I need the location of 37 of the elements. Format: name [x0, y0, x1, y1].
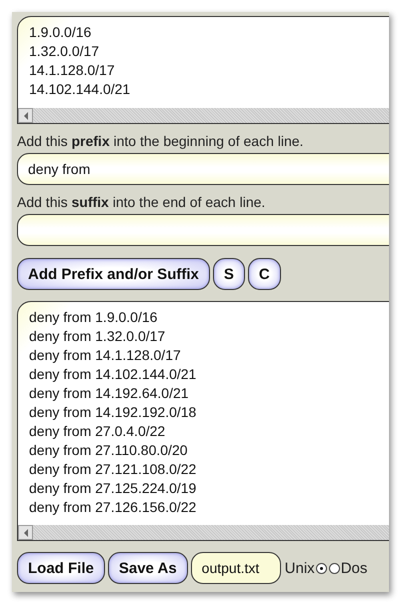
- save-as-button[interactable]: Save As: [108, 552, 188, 584]
- text-field[interactable]: [17, 214, 389, 246]
- radio-button[interactable]: [328, 562, 340, 574]
- text-line: deny from 27.110.80.0/20: [29, 441, 189, 460]
- small-button[interactable]: C: [248, 258, 281, 290]
- instruction-text: Add this prefix into the beginning of each line.: [17, 133, 304, 149]
- radio-label[interactable]: Unix: [284, 560, 315, 576]
- instruction-text: Add this suffix into the end of each line.: [17, 194, 266, 210]
- left-arrow-icon: [22, 528, 28, 536]
- text-line: deny from 14.192.64.0/21: [29, 384, 190, 403]
- text-line: deny from 14.102.144.0/21: [29, 365, 198, 384]
- add-prefix-suffix-button[interactable]: Add Prefix and/or Suffix: [17, 258, 210, 290]
- text-line: deny from 14.1.128.0/17: [29, 346, 182, 365]
- horizontal-scrollbar[interactable]: [18, 525, 389, 540]
- text-area[interactable]: [17, 301, 389, 541]
- radio-button[interactable]: [316, 562, 327, 574]
- text-line: deny from 1.9.0.0/16: [29, 308, 158, 327]
- filename-field[interactable]: output.txt: [190, 552, 281, 584]
- text-field[interactable]: deny from: [17, 153, 389, 185]
- text-line: 14.1.128.0/17: [29, 61, 116, 80]
- text-line: deny from 1.32.0.0/17: [29, 327, 166, 346]
- horizontal-scrollbar[interactable]: [18, 108, 389, 123]
- text-line: deny from 27.0.4.0/22: [29, 422, 166, 441]
- small-button[interactable]: S: [212, 258, 245, 290]
- text-line: deny from 27.121.108.0/22: [29, 460, 198, 479]
- scroll-left-button[interactable]: [18, 108, 33, 123]
- radio-label[interactable]: Dos: [340, 560, 368, 576]
- text-line: deny from 14.192.192.0/18: [29, 403, 198, 422]
- text-area[interactable]: 1.9.0.0/16 1.32.0.0/17 14.1.128.0/17 14.102.144.0/21: [17, 16, 389, 124]
- text-line: deny from 27.126.156.0/22: [29, 498, 198, 517]
- text-line: 1.32.0.0/17: [29, 42, 100, 61]
- left-arrow-icon: [22, 112, 28, 120]
- text-line: deny from 27.125.224.0/19: [29, 479, 198, 498]
- text-line: 1.9.0.0/16: [29, 23, 92, 42]
- load-file-button[interactable]: Load File: [17, 552, 105, 584]
- text-line: 14.102.144.0/21: [29, 80, 132, 99]
- scroll-left-button[interactable]: [18, 525, 33, 540]
